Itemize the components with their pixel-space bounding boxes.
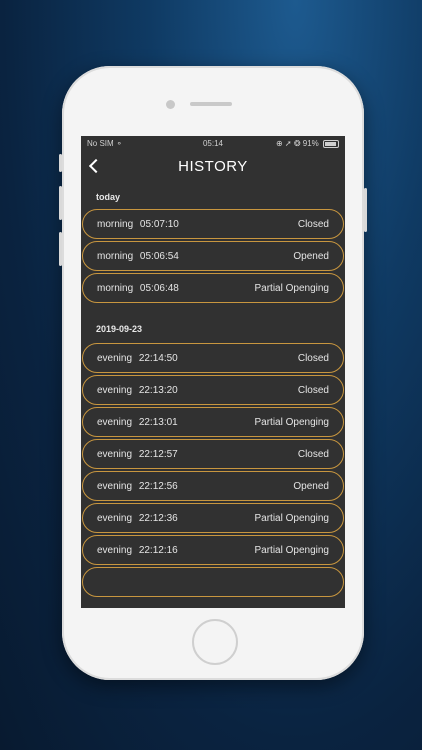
row-state: Partial Openging — [254, 282, 330, 294]
row-time: 22:12:16 — [138, 544, 178, 556]
front-camera — [166, 100, 175, 109]
row-state: Opened — [293, 250, 329, 262]
battery-icon — [323, 139, 339, 148]
row-time: 22:12:36 — [138, 512, 178, 524]
row-time: 22:14:50 — [138, 352, 178, 364]
row-state: Closed — [297, 384, 329, 396]
history-row[interactable]: evening 22:14:50 Closed — [82, 343, 344, 373]
row-period: evening — [97, 544, 133, 556]
history-row[interactable]: morning 05:06:48 Partial Openging — [82, 273, 344, 303]
phone-frame: No SIM ⚬ 05:14 ⊕ ➚ ❂ 91% HISTORY today m… — [59, 66, 367, 680]
row-period: evening — [97, 480, 133, 492]
row-period: morning — [97, 282, 134, 294]
row-state: Partial Openging — [254, 416, 330, 428]
row-time: 05:07:10 — [139, 218, 179, 230]
row-time: 22:12:56 — [138, 480, 178, 492]
navigation-bar: HISTORY — [81, 152, 345, 182]
history-row[interactable]: evening 22:13:20 Closed — [82, 375, 344, 405]
earpiece-speaker — [190, 102, 232, 106]
row-period: evening — [97, 448, 133, 460]
history-list-date: evening 22:14:50 Closed evening 22:13:20… — [81, 343, 345, 597]
mute-switch — [59, 154, 62, 172]
status-indicators: ⊕ ➚ ❂ 91% — [276, 139, 339, 148]
row-period: evening — [97, 416, 133, 428]
history-row[interactable]: evening 22:12:57 Closed — [82, 439, 344, 469]
history-list-today: morning 05:07:10 Closed morning 05:06:54… — [81, 209, 345, 303]
row-period: evening — [97, 512, 133, 524]
page-title: HISTORY — [178, 158, 248, 175]
row-time: 22:13:20 — [138, 384, 178, 396]
row-time: 05:06:48 — [139, 282, 179, 294]
row-period: morning — [97, 250, 134, 262]
row-state: Partial Openging — [254, 512, 330, 524]
section-header-today: today — [96, 192, 121, 202]
home-button[interactable] — [192, 619, 238, 665]
row-period: evening — [97, 384, 133, 396]
row-time: 22:13:01 — [138, 416, 178, 428]
section-header-date: 2019-09-23 — [96, 324, 143, 334]
row-state: Closed — [297, 448, 329, 460]
history-row[interactable]: evening 22:13:01 Partial Openging — [82, 407, 344, 437]
row-time: 05:06:54 — [139, 250, 179, 262]
history-row[interactable]: morning 05:06:54 Opened — [82, 241, 344, 271]
app-screen: No SIM ⚬ 05:14 ⊕ ➚ ❂ 91% HISTORY today m… — [81, 136, 345, 608]
status-bar: No SIM ⚬ 05:14 ⊕ ➚ ❂ 91% — [81, 136, 345, 152]
history-row[interactable]: evening 22:12:56 Opened — [82, 471, 344, 501]
row-period: evening — [97, 352, 133, 364]
row-state: Partial Openging — [254, 544, 330, 556]
history-row[interactable]: morning 05:07:10 Closed — [82, 209, 344, 239]
history-row-partial[interactable] — [82, 567, 344, 597]
history-row[interactable]: evening 22:12:16 Partial Openging — [82, 535, 344, 565]
volume-up-button — [59, 186, 62, 220]
history-row[interactable]: evening 22:12:36 Partial Openging — [82, 503, 344, 533]
row-state: Closed — [297, 352, 329, 364]
row-time: 22:12:57 — [138, 448, 178, 460]
row-state: Opened — [293, 480, 329, 492]
volume-down-button — [59, 232, 62, 266]
row-period: morning — [97, 218, 134, 230]
row-state: Closed — [297, 218, 329, 230]
power-button — [364, 188, 367, 232]
